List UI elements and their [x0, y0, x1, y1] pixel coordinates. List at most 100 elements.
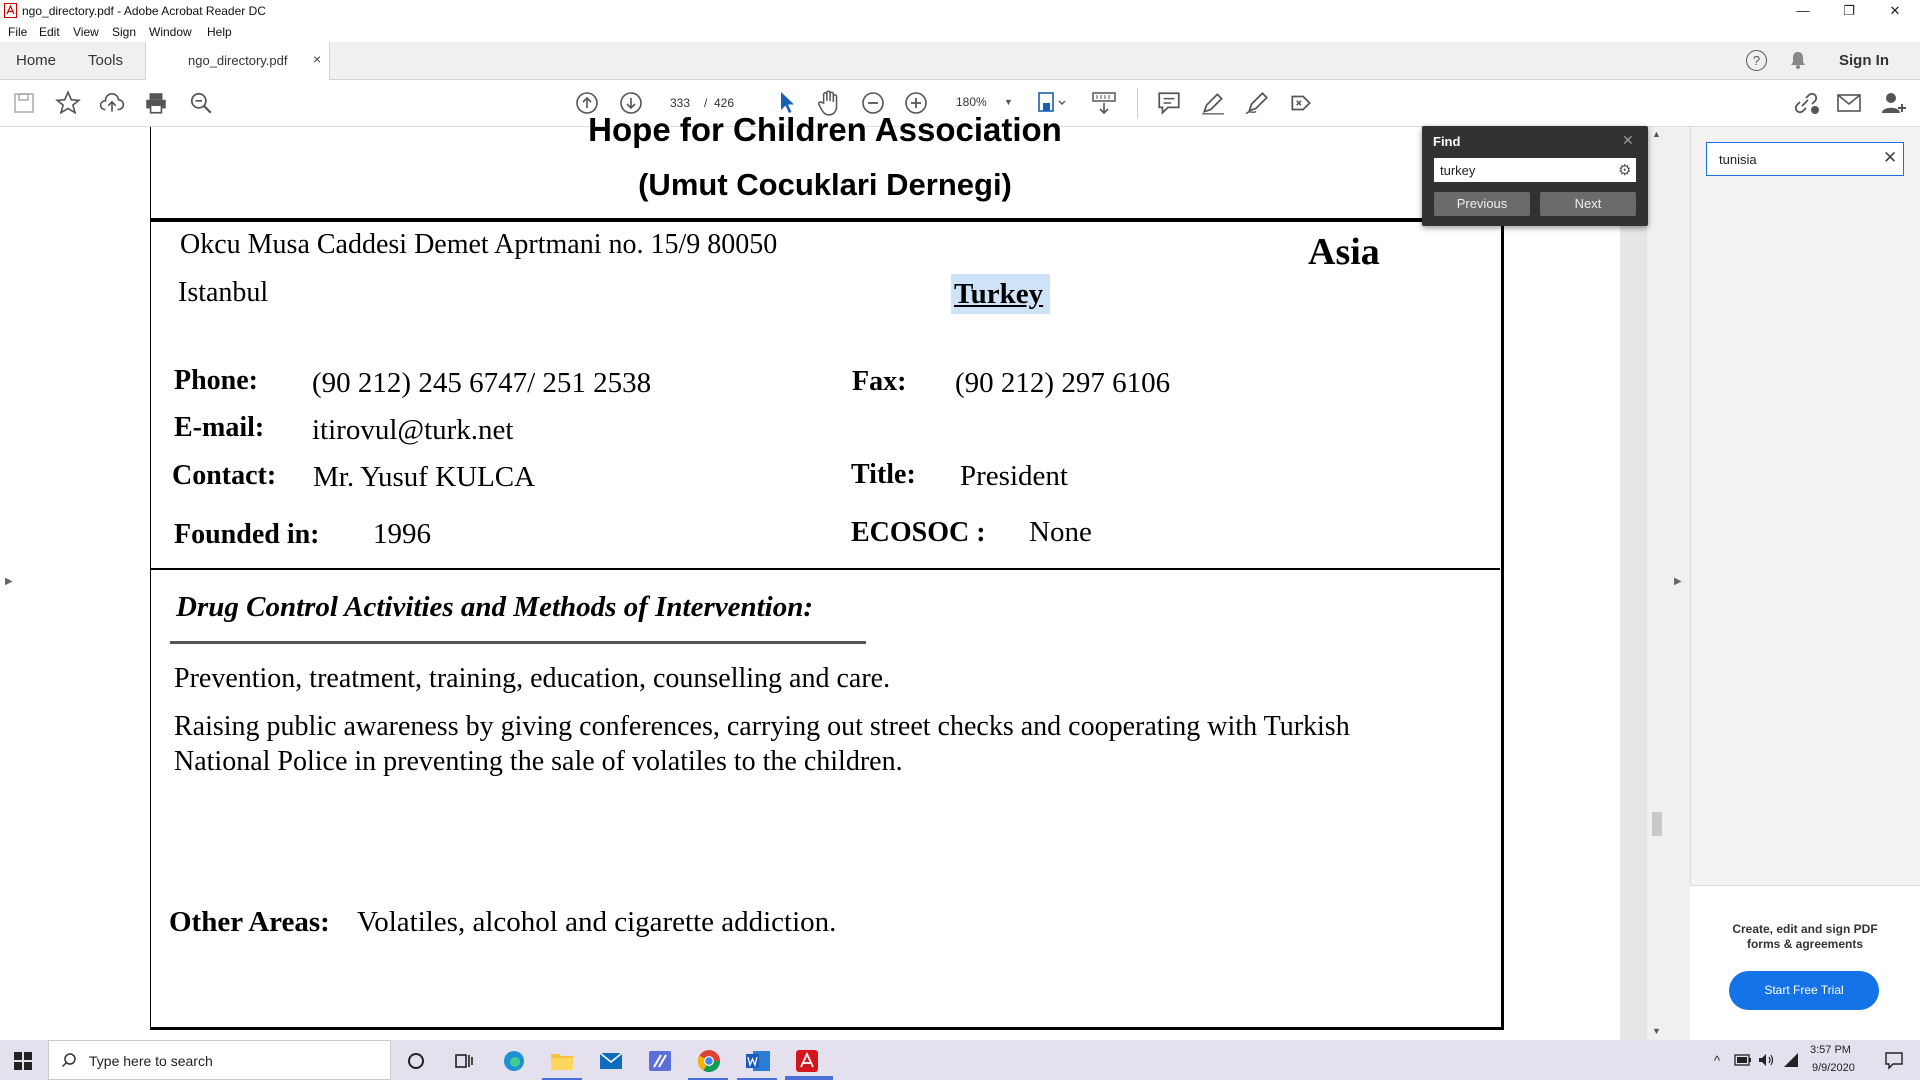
- phone-label: Phone:: [174, 365, 258, 396]
- tab-document[interactable]: ngo_directory.pdf ×: [145, 42, 330, 80]
- title-value: President: [960, 460, 1068, 492]
- acrobat-running-indicator: [785, 1076, 833, 1080]
- page-total: 426: [714, 96, 735, 110]
- start-free-trial-button[interactable]: Start Free Trial: [1729, 971, 1879, 1010]
- find-dialog: Find ✕ turkey ⚙ Previous Next: [1422, 126, 1648, 226]
- email-value: itirovul@turk.net: [312, 414, 514, 446]
- mail-app-icon[interactable]: [599, 1051, 623, 1071]
- help-icon[interactable]: ?: [1746, 50, 1767, 71]
- task-view-icon[interactable]: [454, 1051, 474, 1071]
- taskbar-search-placeholder: Type here to search: [89, 1053, 213, 1069]
- menu-window[interactable]: Window: [149, 25, 192, 39]
- clock-date[interactable]: 9/9/2020: [1812, 1062, 1855, 1074]
- word-icon[interactable]: [745, 1049, 771, 1073]
- activity-paragraph-1: Prevention, treatment, training, educati…: [174, 663, 891, 694]
- menu-view[interactable]: View: [73, 25, 99, 39]
- find-query: turkey: [1440, 163, 1476, 178]
- zoom-value: 180%: [956, 95, 987, 109]
- address-line: Okcu Musa Caddesi Demet Aprtmani no. 15/…: [180, 229, 778, 260]
- promo-text: Create, edit and sign PDF forms & agreem…: [1732, 922, 1878, 951]
- header-rule: [150, 218, 1500, 222]
- contact-label: Contact:: [172, 460, 277, 491]
- taskbar-search-box[interactable]: Type here to search: [48, 1040, 391, 1080]
- country: Turkey: [954, 278, 1044, 310]
- clear-search-icon[interactable]: ✕: [1883, 148, 1897, 168]
- region: Asia: [1308, 231, 1380, 273]
- menu-bar: [0, 22, 1920, 42]
- find-title: Find: [1433, 134, 1461, 149]
- find-input[interactable]: turkey ⚙: [1434, 158, 1636, 182]
- founded-value: 1996: [373, 518, 431, 550]
- wifi-icon[interactable]: [1782, 1051, 1800, 1069]
- other-areas-label: Other Areas:: [169, 906, 330, 938]
- fax-label: Fax:: [852, 366, 907, 397]
- chrome-icon[interactable]: [697, 1049, 721, 1073]
- tab-home[interactable]: Home: [16, 52, 56, 69]
- bell-icon[interactable]: [1788, 50, 1808, 70]
- page-separator: /: [704, 96, 708, 110]
- chevron-up-icon[interactable]: ^: [1714, 1053, 1720, 1068]
- pdf-page: Hope for Children Association (Umut Cocu…: [0, 111, 1620, 1040]
- menu-help[interactable]: Help: [207, 25, 232, 39]
- cortana-icon[interactable]: [406, 1051, 426, 1071]
- link-share-icon[interactable]: [1792, 90, 1820, 116]
- window-title: ngo_directory.pdf - Adobe Acrobat Reader…: [22, 4, 266, 18]
- scroll-up-icon[interactable]: ▲: [1652, 129, 1661, 139]
- menu-edit[interactable]: Edit: [39, 25, 60, 39]
- vertical-scrollbar[interactable]: [1647, 127, 1665, 1040]
- acrobat-icon: [4, 3, 17, 18]
- menu-file[interactable]: File: [8, 25, 27, 39]
- contact-value: Mr. Yusuf KULCA: [313, 461, 536, 493]
- title-bar: ngo_directory.pdf - Adobe Acrobat Reader…: [0, 0, 1920, 22]
- activity-paragraph-2-line-1: Raising public awareness by giving confe…: [174, 711, 1350, 742]
- add-user-icon[interactable]: [1880, 90, 1908, 116]
- org-name: Hope for Children Association: [588, 111, 1062, 148]
- city: Istanbul: [178, 277, 269, 308]
- notifications-icon[interactable]: [1884, 1050, 1904, 1070]
- page-frame: [150, 127, 1504, 1030]
- heading-underline: [170, 641, 866, 644]
- find-previous-button[interactable]: Previous: [1434, 192, 1530, 216]
- ecosoc-label: ECOSOC :: [851, 517, 986, 548]
- founded-label: Founded in:: [174, 519, 320, 550]
- minimize-button[interactable]: —: [1780, 0, 1826, 22]
- sign-in-button[interactable]: Sign In: [1839, 52, 1889, 69]
- title-label: Title:: [851, 459, 916, 490]
- restore-button[interactable]: ❐: [1826, 0, 1872, 22]
- section-rule: [150, 568, 1500, 570]
- battery-icon[interactable]: [1734, 1054, 1752, 1066]
- left-panel-toggle-icon[interactable]: ▶: [5, 576, 13, 587]
- menu-sign[interactable]: Sign: [112, 25, 136, 39]
- right-panel-toggle-icon[interactable]: ▶: [1674, 576, 1682, 587]
- email-label: E-mail:: [174, 412, 265, 443]
- other-areas-value: Volatiles, alcohol and cigarette addicti…: [357, 906, 837, 938]
- scroll-thumb[interactable]: [1652, 812, 1662, 836]
- find-next-button[interactable]: Next: [1540, 192, 1636, 216]
- section-heading: Drug Control Activities and Methods of I…: [176, 591, 813, 623]
- tab-tools[interactable]: Tools: [88, 52, 123, 69]
- volume-icon[interactable]: [1757, 1051, 1775, 1069]
- side-search-input[interactable]: tunisia ✕: [1706, 142, 1904, 176]
- fax-value: (90 212) 297 6106: [955, 367, 1171, 399]
- phone-value: (90 212) 245 6747/ 251 2538: [312, 367, 652, 399]
- tab-document-label: ngo_directory.pdf: [188, 53, 288, 68]
- search-icon: [61, 1053, 76, 1068]
- activity-paragraph-2-line-2: National Police in preventing the sale o…: [174, 746, 903, 777]
- file-explorer-icon[interactable]: [550, 1050, 574, 1072]
- acrobat-taskbar-icon[interactable]: [795, 1049, 819, 1073]
- close-find-icon[interactable]: ✕: [1622, 132, 1634, 149]
- promo-panel: Create, edit and sign PDF forms & agreem…: [1690, 885, 1920, 1041]
- document-viewport[interactable]: Hope for Children Association (Umut Cocu…: [0, 111, 1655, 1040]
- side-search-value: tunisia: [1719, 152, 1757, 167]
- close-window-button[interactable]: ✕: [1872, 0, 1918, 22]
- clock-time[interactable]: 3:57 PM: [1810, 1044, 1851, 1056]
- close-tab-icon[interactable]: ×: [313, 51, 321, 67]
- edge-icon[interactable]: [502, 1049, 526, 1073]
- scroll-down-icon[interactable]: ▼: [1652, 1026, 1661, 1036]
- email-icon[interactable]: [1836, 92, 1862, 114]
- editor-app-icon[interactable]: [648, 1050, 672, 1072]
- org-name-local: (Umut Cocuklari Dernegi): [638, 167, 1012, 202]
- ecosoc-value: None: [1029, 516, 1092, 548]
- windows-start-icon[interactable]: [14, 1052, 32, 1070]
- gear-icon[interactable]: ⚙: [1618, 161, 1631, 179]
